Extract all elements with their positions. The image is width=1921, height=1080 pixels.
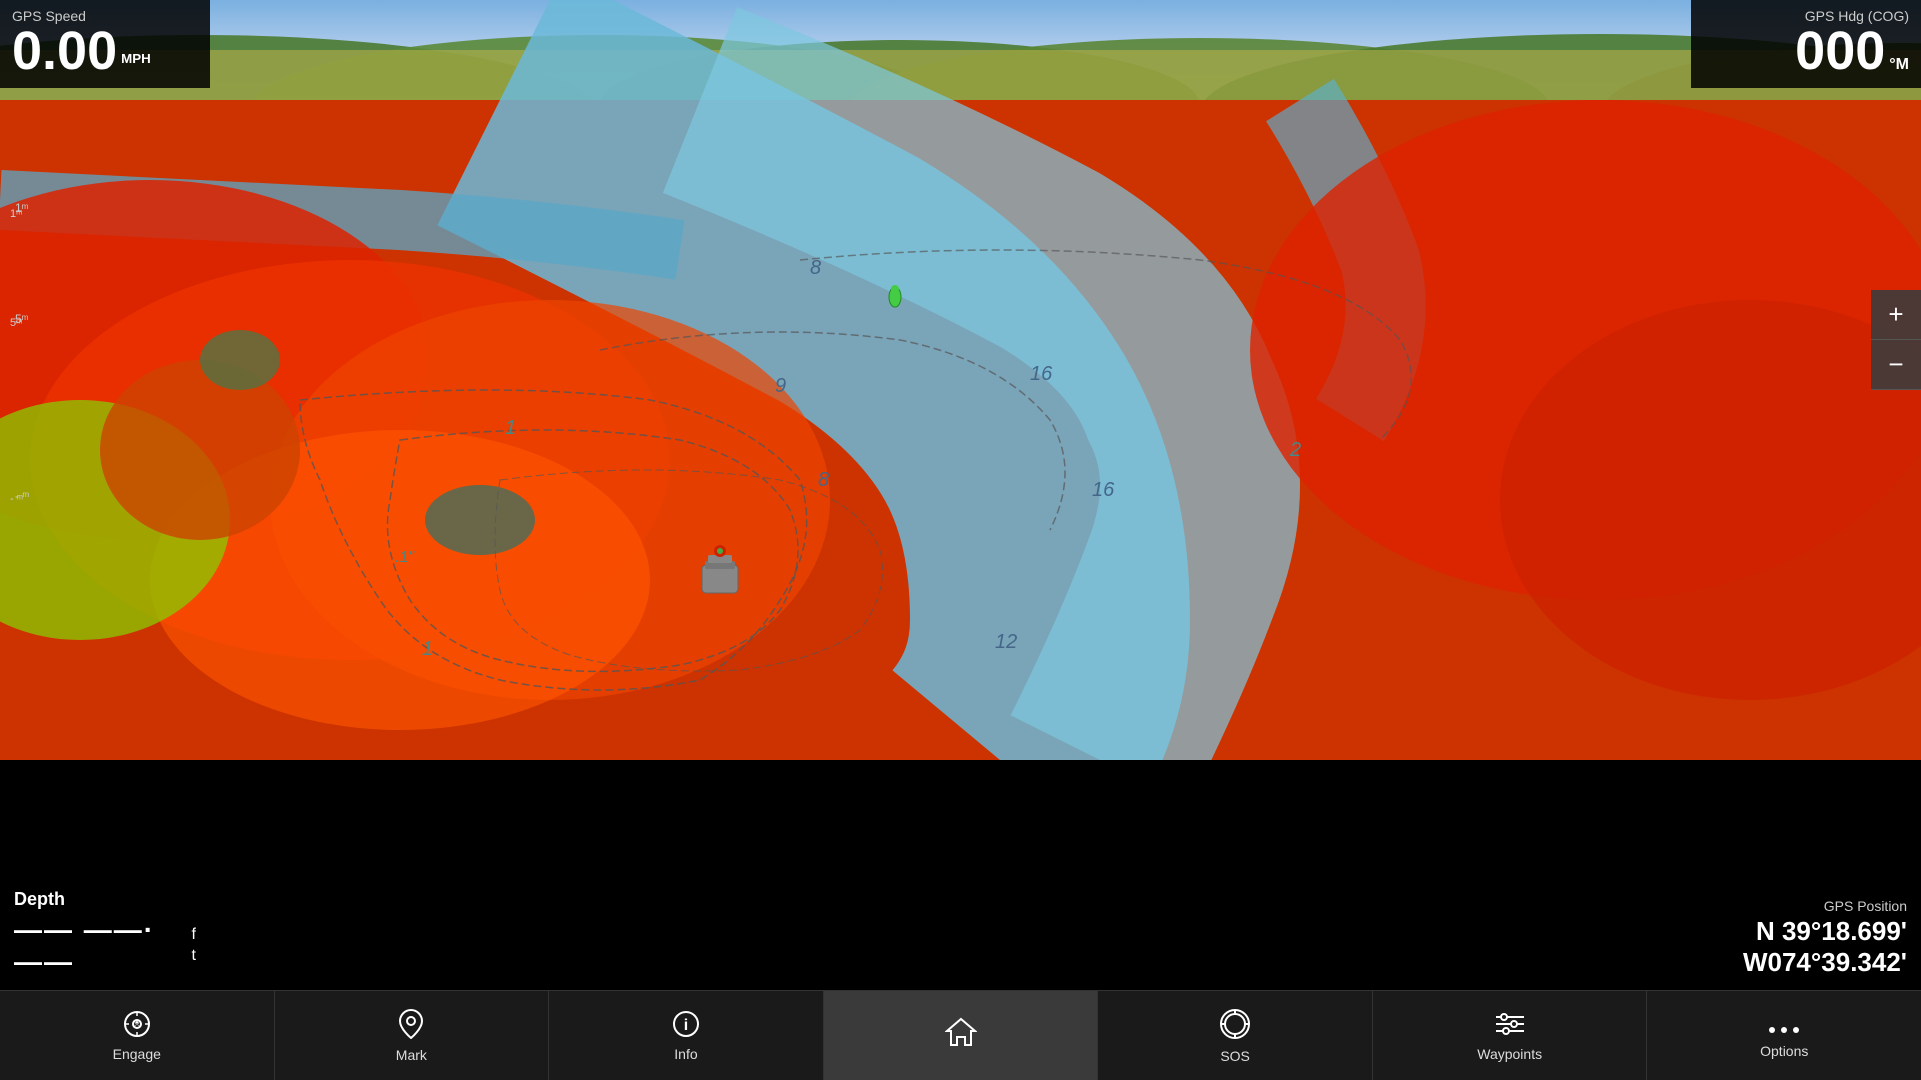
zoom-in-button[interactable]: + — [1871, 290, 1921, 340]
nav-item-sos[interactable]: SOS — [1098, 991, 1373, 1080]
info-icon: i — [672, 1010, 700, 1042]
waypoints-icon — [1494, 1010, 1526, 1042]
nav-label-options: Options — [1760, 1043, 1808, 1059]
depth-label: Depth — [14, 889, 196, 910]
map-view[interactable]: 1ᵐ 5ᵐ - ᵐ 9 16 8 16 12 1 1 2 .1" 8 — [0, 0, 1921, 760]
gps-position-lon: W074°39.342' — [1675, 947, 1907, 978]
svg-text:8: 8 — [818, 469, 829, 491]
gps-speed-value: 0.00 — [12, 24, 117, 78]
nav-item-engage[interactable]: Engage — [0, 991, 275, 1080]
nav-item-waypoints[interactable]: Waypoints — [1373, 991, 1648, 1080]
gps-heading-panel: GPS Hdg (COG) 000 °M — [1691, 0, 1921, 88]
svg-text:8: 8 — [810, 257, 821, 279]
gps-position-panel: GPS Position N 39°18.699' W074°39.342' — [1661, 888, 1921, 990]
svg-text:1: 1 — [505, 417, 516, 439]
depth-panel: Depth —— ——·—— f t — [0, 879, 210, 990]
options-icon — [1768, 1013, 1800, 1039]
gps-speed-unit: MPH — [121, 52, 151, 73]
svg-text:i: i — [684, 1017, 688, 1034]
sos-icon — [1219, 1008, 1251, 1044]
svg-text:1: 1 — [422, 638, 433, 660]
nav-label-sos: SOS — [1220, 1048, 1250, 1064]
zoom-controls: + − — [1871, 290, 1921, 390]
nav-label-engage: Engage — [113, 1046, 161, 1062]
scale-1m: 1ᵐ — [10, 208, 22, 220]
nav-label-waypoints: Waypoints — [1477, 1046, 1542, 1062]
svg-text:12: 12 — [995, 631, 1017, 653]
gps-speed-unit-top: MPH — [121, 51, 151, 66]
nav-item-home[interactable] — [824, 991, 1099, 1080]
svg-text:9: 9 — [775, 375, 786, 397]
nav-label-info: Info — [674, 1046, 697, 1062]
gps-heading-unit: °M — [1889, 56, 1909, 74]
engage-icon — [123, 1010, 151, 1042]
scale-5m: 5ᵐ — [10, 317, 22, 329]
mark-icon — [398, 1009, 424, 1043]
svg-text:16: 16 — [1030, 363, 1053, 385]
gps-position-lat: N 39°18.699' — [1675, 916, 1907, 947]
depth-unit: f t — [192, 925, 196, 967]
depth-value: —— ——·—— — [14, 914, 186, 978]
scale-m: - ᵐ — [10, 493, 23, 505]
gps-heading-value: 000 — [1795, 24, 1885, 78]
nav-item-mark[interactable]: Mark — [275, 991, 550, 1080]
svg-text:.1": .1" — [395, 549, 415, 566]
gps-position-label: GPS Position — [1675, 898, 1907, 914]
nav-label-mark: Mark — [396, 1047, 427, 1063]
zoom-out-button[interactable]: − — [1871, 340, 1921, 390]
gps-speed-panel: GPS Speed 0.00 MPH — [0, 0, 210, 88]
svg-text:2: 2 — [1289, 439, 1301, 461]
nav-item-options[interactable]: Options — [1647, 991, 1921, 1080]
svg-text:16: 16 — [1092, 479, 1115, 501]
home-icon — [945, 1017, 977, 1051]
nav-item-info[interactable]: i Info — [549, 991, 824, 1080]
nav-bar: Engage Mark i Info — [0, 990, 1921, 1080]
